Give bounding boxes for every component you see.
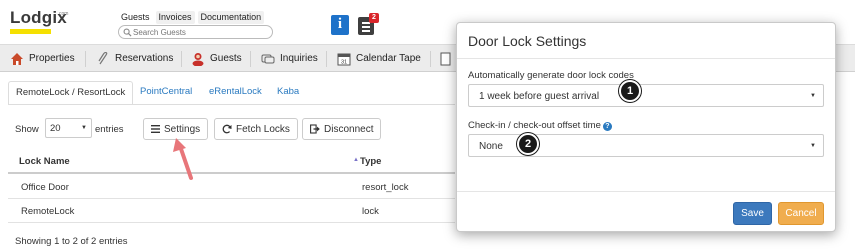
caret-down-icon: ▼: [810, 93, 816, 99]
modal-footer: Save Cancel: [457, 191, 835, 231]
column-header-type[interactable]: Type: [360, 156, 381, 167]
nav-divider: [326, 51, 327, 67]
tab-remotelock-resortlock[interactable]: RemoteLock / ResortLock: [8, 81, 134, 105]
save-button[interactable]: Save: [733, 202, 772, 225]
guests-link[interactable]: Guests: [118, 11, 153, 24]
tab-erentallock[interactable]: eRentalLock: [202, 81, 269, 105]
entries-label: entries: [95, 124, 124, 135]
entries-value: 20: [50, 123, 61, 134]
cancel-button[interactable]: Cancel: [778, 202, 824, 225]
offset-time-value: None: [479, 141, 503, 152]
column-header-lock-name[interactable]: Lock Name: [19, 156, 70, 167]
house-icon: [11, 52, 23, 65]
modal-title: Door Lock Settings: [468, 33, 587, 49]
nav-item-properties[interactable]: Properties: [10, 45, 75, 72]
tab-pointcentral[interactable]: PointCentral: [133, 81, 199, 105]
door-lock-settings-modal: Door Lock Settings Automatically generat…: [456, 22, 836, 232]
guests-icon: [192, 52, 204, 66]
nav-label-properties: Properties: [29, 53, 75, 64]
disconnect-label: Disconnect: [324, 123, 374, 135]
help-icon[interactable]: ?: [602, 122, 612, 131]
entries-per-page-select[interactable]: 20 ▼: [45, 118, 92, 138]
table-info: Showing 1 to 2 of 2 entries: [15, 236, 128, 247]
disconnect-button[interactable]: Disconnect: [302, 118, 382, 140]
auto-generate-codes-select[interactable]: 1 week before guest arrival ▼: [468, 84, 824, 107]
info-button[interactable]: i: [331, 15, 349, 35]
nav-divider: [430, 51, 431, 67]
search-icon: [123, 28, 132, 37]
refresh-icon: [222, 124, 232, 134]
auto-generate-codes-label: Automatically generate door lock codes: [468, 70, 634, 81]
documentation-link[interactable]: Documentation: [197, 11, 265, 24]
invoices-link[interactable]: Invoices: [155, 11, 195, 24]
settings-label: Settings: [164, 123, 201, 135]
nav-divider: [181, 51, 182, 67]
calendar-icon: 31: [337, 53, 351, 65]
sort-asc-icon[interactable]: ▲: [353, 157, 359, 163]
annotation-arrow-icon: [173, 138, 193, 180]
search-input[interactable]: [133, 26, 269, 38]
offset-time-label-text: Check-in / check-out offset time: [468, 120, 601, 131]
step-2-badge: 2: [517, 133, 539, 155]
document-icon: [440, 52, 451, 65]
lock-name-cell: Office Door: [21, 182, 69, 193]
search-box: [118, 25, 273, 39]
logo-suffix: com: [59, 11, 69, 17]
sign-out-icon: [310, 124, 320, 134]
table-row[interactable]: Office Door resort_lock: [8, 175, 455, 199]
table-header-row: Lock Name ▲ Type: [8, 150, 455, 174]
lock-type-cell: resort_lock: [362, 182, 409, 193]
nav-item-inquiries[interactable]: Inquiries: [261, 45, 318, 72]
logo-tagline: [10, 29, 51, 34]
nav-label-inquiries: Inquiries: [280, 53, 318, 64]
auto-generate-codes-value: 1 week before guest arrival: [479, 91, 600, 102]
notification-count-badge: 2: [369, 13, 379, 23]
offset-time-label: Check-in / check-out offset time?: [468, 120, 612, 131]
notifications-button[interactable]: 2: [357, 13, 379, 35]
tabs-divider: [8, 104, 455, 105]
nav-label-reservations: Reservations: [115, 53, 174, 64]
nav-item-guests[interactable]: Guests: [191, 45, 242, 72]
lock-name-cell: RemoteLock: [21, 206, 75, 217]
top-links: Guests Invoices Documentation: [118, 11, 265, 24]
info-icon: i: [337, 16, 343, 32]
nav-item-more[interactable]: [438, 45, 452, 72]
nav-divider: [85, 51, 86, 67]
nav-item-reservations[interactable]: Reservations: [96, 45, 173, 72]
nav-divider: [250, 51, 251, 67]
fetch-locks-button[interactable]: Fetch Locks: [214, 118, 298, 140]
tab-kaba[interactable]: Kaba: [270, 81, 306, 105]
nav-label-guests: Guests: [210, 53, 242, 64]
caret-down-icon: ▼: [81, 125, 87, 131]
lodgix-logo[interactable]: Lodgix com: [10, 8, 69, 34]
modal-header: Door Lock Settings: [457, 23, 835, 59]
nav-item-calendar-tape[interactable]: 31 Calendar Tape: [337, 45, 421, 72]
table-row[interactable]: RemoteLock lock: [8, 199, 455, 223]
chat-icon: [261, 54, 275, 63]
show-label: Show: [15, 124, 39, 135]
nav-label-calendar-tape: Calendar Tape: [356, 53, 421, 64]
paperclip-icon: [98, 51, 108, 64]
lock-type-cell: lock: [362, 206, 379, 217]
calendar-day: 31: [341, 59, 347, 65]
list-icon: [151, 125, 160, 133]
caret-down-icon: ▼: [810, 143, 816, 149]
step-1-badge: 1: [619, 80, 641, 102]
fetch-locks-label: Fetch Locks: [236, 123, 290, 135]
